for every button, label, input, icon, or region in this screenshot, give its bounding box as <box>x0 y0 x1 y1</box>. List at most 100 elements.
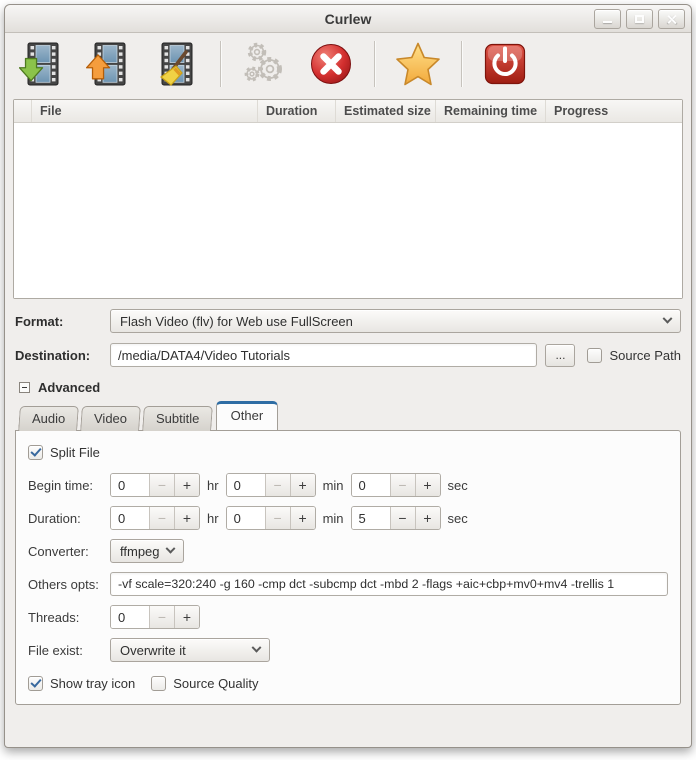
tab-video[interactable]: Video <box>80 406 141 431</box>
column-header-remaining-time[interactable]: Remaining time <box>436 100 546 122</box>
others-opts-input[interactable] <box>110 572 668 596</box>
maximize-icon <box>635 15 644 23</box>
add-files-button[interactable] <box>19 40 67 88</box>
stop-button[interactable] <box>307 40 355 88</box>
duration-hr-input[interactable] <box>111 507 149 529</box>
column-header-estimated-size[interactable]: Estimated size <box>336 100 436 122</box>
collapse-icon <box>19 382 30 393</box>
duration-sec-input[interactable] <box>352 507 390 529</box>
check-icon <box>30 676 41 687</box>
other-tab-panel: Split File Begin time: − + hr − + min − … <box>15 430 681 705</box>
window-controls <box>594 9 685 29</box>
unit-hr-label: hr <box>207 478 219 493</box>
about-button[interactable] <box>394 40 442 88</box>
format-row: Format: Flash Video (flv) for Web use Fu… <box>15 309 681 333</box>
begin-time-label: Begin time: <box>28 478 110 493</box>
source-quality-checkbox[interactable] <box>151 676 166 691</box>
minimize-button[interactable] <box>594 9 621 29</box>
column-header-duration[interactable]: Duration <box>258 100 336 122</box>
minus-button[interactable]: − <box>149 474 174 496</box>
file-table-body[interactable] <box>14 123 682 298</box>
minus-button[interactable]: − <box>149 507 174 529</box>
format-select[interactable]: Flash Video (flv) for Web use FullScreen <box>110 309 681 333</box>
plus-button[interactable]: + <box>290 474 315 496</box>
show-tray-icon-label: Show tray icon <box>50 676 135 691</box>
plus-button[interactable]: + <box>415 474 440 496</box>
begin-min-input[interactable] <box>227 474 265 496</box>
quit-button[interactable] <box>481 40 529 88</box>
titlebar[interactable]: Curlew <box>5 5 691 33</box>
file-exist-label: File exist: <box>28 643 110 658</box>
plus-button[interactable]: + <box>174 507 199 529</box>
toolbar-separator <box>220 41 221 87</box>
show-tray-icon-checkbox[interactable] <box>28 676 43 691</box>
minus-button[interactable]: − <box>265 507 290 529</box>
minus-button[interactable]: − <box>390 474 415 496</box>
split-file-label: Split File <box>50 445 100 460</box>
threads-row: Threads: − + <box>28 605 668 629</box>
destination-label: Destination: <box>15 348 110 363</box>
tray-quality-row: Show tray icon Source Quality <box>28 671 668 695</box>
check-icon <box>30 445 41 456</box>
unit-hr-label: hr <box>207 511 219 526</box>
curlew-window: Curlew <box>4 4 692 748</box>
minus-button[interactable]: − <box>149 606 174 628</box>
begin-hr-input[interactable] <box>111 474 149 496</box>
tab-subtitle[interactable]: Subtitle <box>142 406 213 431</box>
others-opts-label: Others opts: <box>28 577 110 592</box>
file-table-header: File Duration Estimated size Remaining t… <box>14 100 682 123</box>
film-clear-icon <box>153 40 201 88</box>
star-icon <box>394 40 442 88</box>
maximize-button[interactable] <box>626 9 653 29</box>
file-exist-select[interactable]: Overwrite it <box>110 638 270 662</box>
chevron-down-icon <box>166 543 176 553</box>
split-file-checkbox[interactable] <box>28 445 43 460</box>
duration-sec-spinbox: − + <box>351 506 441 530</box>
column-header-blank <box>14 100 32 122</box>
plus-button[interactable]: + <box>290 507 315 529</box>
stop-icon <box>307 40 355 88</box>
threads-spinbox: − + <box>110 605 200 629</box>
minus-button[interactable]: − <box>265 474 290 496</box>
minimize-icon <box>603 21 612 23</box>
duration-hr-spinbox: − + <box>110 506 200 530</box>
film-add-icon <box>19 40 67 88</box>
duration-min-input[interactable] <box>227 507 265 529</box>
minus-button[interactable]: − <box>390 507 415 529</box>
column-header-progress[interactable]: Progress <box>546 100 682 122</box>
plus-button[interactable]: + <box>174 474 199 496</box>
begin-time-row: Begin time: − + hr − + min − + sec <box>28 473 668 497</box>
chevron-down-icon <box>663 313 673 323</box>
converter-select[interactable]: ffmpeg <box>110 539 184 563</box>
toolbar-separator <box>461 41 462 87</box>
plus-button[interactable]: + <box>415 507 440 529</box>
advanced-label: Advanced <box>38 380 100 395</box>
threads-input[interactable] <box>111 606 149 628</box>
clear-list-button[interactable] <box>153 40 201 88</box>
begin-sec-input[interactable] <box>352 474 390 496</box>
convert-button[interactable] <box>86 40 134 88</box>
toolbar <box>5 33 691 97</box>
power-icon <box>481 40 529 88</box>
tab-audio[interactable]: Audio <box>18 406 79 431</box>
preferences-button[interactable] <box>240 40 288 88</box>
source-path-checkbox[interactable] <box>587 348 602 363</box>
file-exist-row: File exist: Overwrite it <box>28 638 668 662</box>
toolbar-separator <box>374 41 375 87</box>
advanced-expander[interactable]: Advanced <box>19 380 691 395</box>
plus-button[interactable]: + <box>174 606 199 628</box>
others-opts-row: Others opts: <box>28 572 668 596</box>
converter-label: Converter: <box>28 544 110 559</box>
browse-button[interactable]: ... <box>545 344 575 367</box>
unit-min-label: min <box>323 511 344 526</box>
destination-input[interactable] <box>110 343 537 367</box>
tab-other[interactable]: Other <box>216 401 279 430</box>
unit-sec-label: sec <box>448 511 468 526</box>
destination-row: Destination: ... Source Path <box>15 343 681 367</box>
format-label: Format: <box>15 314 110 329</box>
close-button[interactable] <box>658 9 685 29</box>
column-header-file[interactable]: File <box>32 100 258 122</box>
window-title: Curlew <box>5 5 691 33</box>
close-icon <box>666 14 677 25</box>
advanced-tabs: Audio Video Subtitle Other <box>19 401 691 430</box>
